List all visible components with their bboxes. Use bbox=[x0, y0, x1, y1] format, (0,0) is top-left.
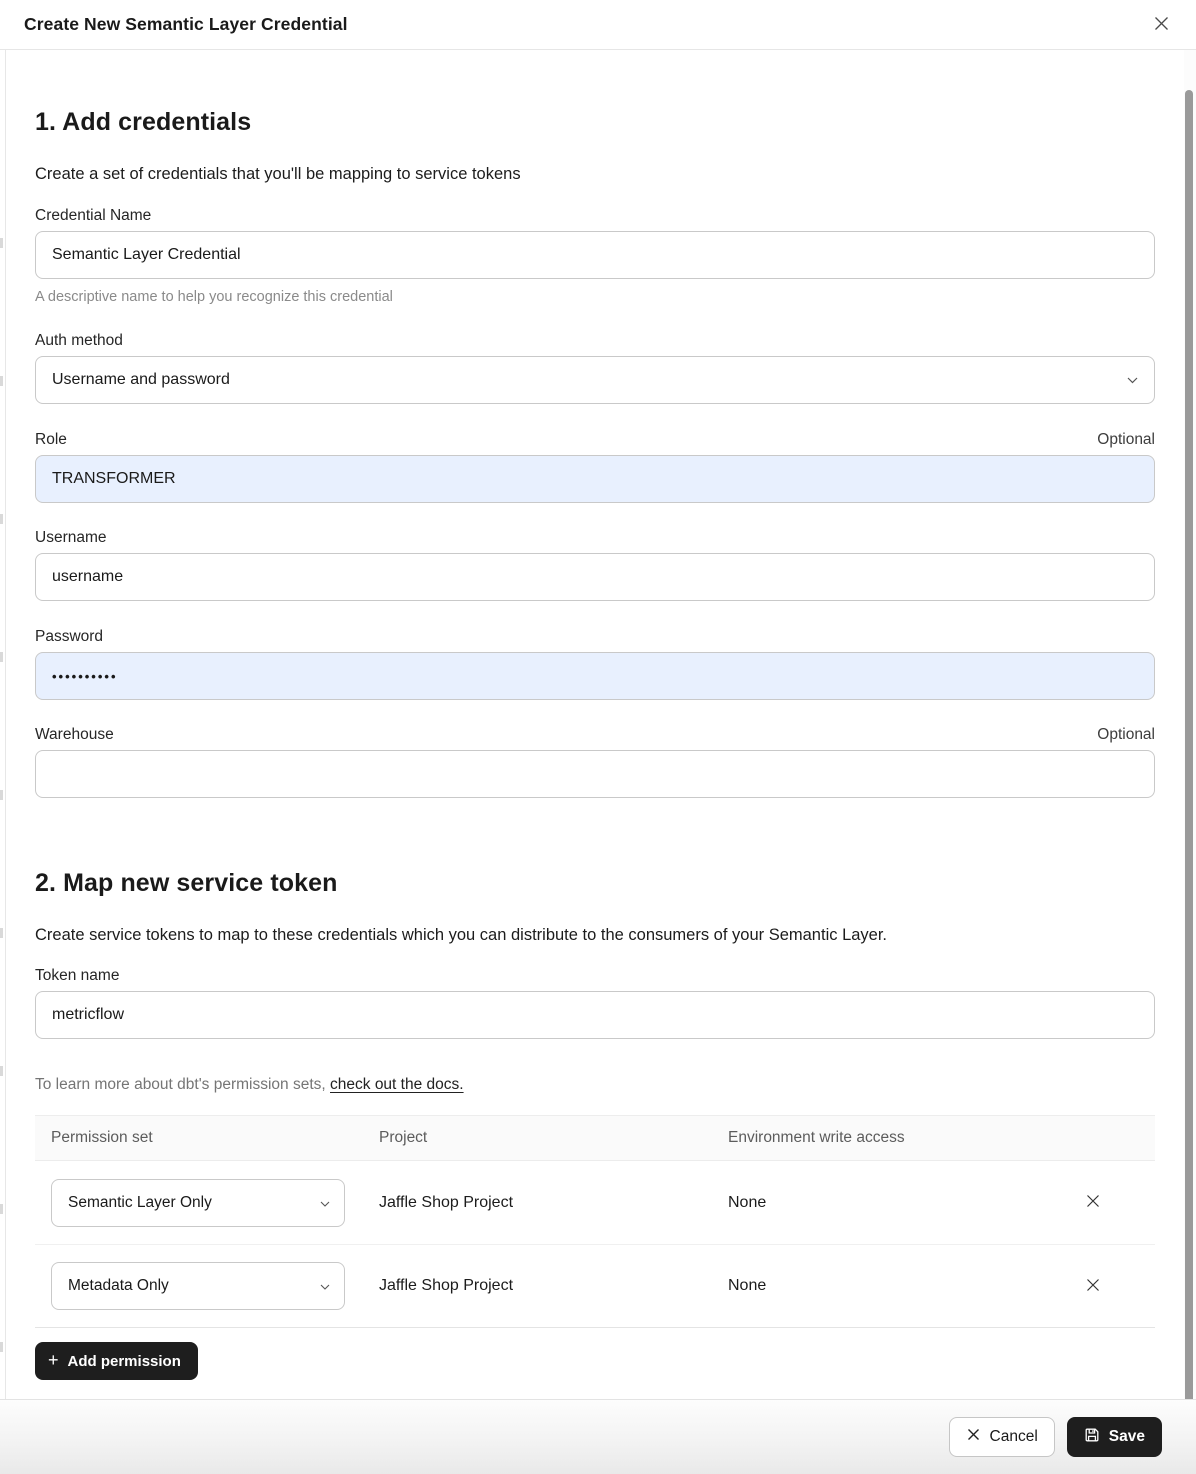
modal-body: 1. Add credentials Create a set of crede… bbox=[6, 50, 1184, 1399]
env-write-access-cell: None bbox=[728, 1277, 1081, 1295]
add-permission-button[interactable]: + Add permission bbox=[35, 1342, 198, 1380]
credential-name-input[interactable] bbox=[35, 231, 1155, 279]
env-write-access-cell: None bbox=[728, 1194, 1081, 1212]
cancel-x-icon bbox=[966, 1427, 981, 1447]
credential-name-helper: A descriptive name to help you recognize… bbox=[35, 288, 1155, 306]
remove-permission-button[interactable] bbox=[1081, 1274, 1105, 1298]
password-label: Password bbox=[35, 627, 103, 646]
docs-link[interactable]: check out the docs. bbox=[330, 1076, 464, 1093]
permissions-table-header: Permission set Project Environment write… bbox=[35, 1116, 1155, 1161]
scrollbar-track[interactable] bbox=[1184, 50, 1196, 1474]
remove-icon bbox=[1085, 1193, 1101, 1212]
create-credential-modal: Create New Semantic Layer Credential 1. … bbox=[0, 0, 1196, 1474]
auth-method-select[interactable]: Username and password bbox=[35, 356, 1155, 404]
role-optional-tag: Optional bbox=[1097, 431, 1155, 449]
auth-method-value: Username and password bbox=[52, 371, 230, 389]
permission-set-select[interactable]: Semantic Layer Only bbox=[51, 1179, 345, 1227]
credential-name-label: Credential Name bbox=[35, 206, 151, 225]
column-header-env-write-access: Environment write access bbox=[728, 1129, 1081, 1147]
project-cell: Jaffle Shop Project bbox=[379, 1277, 728, 1295]
username-input[interactable] bbox=[35, 553, 1155, 601]
modal-footer: Cancel Save bbox=[0, 1399, 1196, 1474]
chevron-down-icon bbox=[1127, 371, 1138, 389]
permission-set-value: Metadata Only bbox=[68, 1277, 169, 1295]
role-label: Role bbox=[35, 430, 67, 449]
permission-sets-info: To learn more about dbt's permission set… bbox=[35, 1075, 1155, 1095]
chevron-down-icon bbox=[320, 1194, 330, 1212]
chevron-down-icon bbox=[320, 1277, 330, 1295]
plus-icon: + bbox=[48, 1351, 59, 1369]
cancel-button[interactable]: Cancel bbox=[949, 1417, 1055, 1457]
save-button[interactable]: Save bbox=[1067, 1417, 1162, 1457]
permission-set-value: Semantic Layer Only bbox=[68, 1194, 212, 1212]
background-page-edge bbox=[0, 50, 6, 1474]
modal-header: Create New Semantic Layer Credential bbox=[0, 0, 1196, 50]
warehouse-input[interactable] bbox=[35, 750, 1155, 798]
column-header-project: Project bbox=[379, 1129, 728, 1147]
token-name-input[interactable] bbox=[35, 991, 1155, 1039]
remove-permission-button[interactable] bbox=[1081, 1191, 1105, 1215]
section-1-description: Create a set of credentials that you'll … bbox=[35, 164, 1155, 185]
section-2-heading: 2. Map new service token bbox=[35, 868, 1155, 899]
scrollbar-thumb[interactable] bbox=[1185, 90, 1193, 1403]
permissions-table: Permission set Project Environment write… bbox=[35, 1115, 1155, 1328]
docs-text: To learn more about dbt's permission set… bbox=[35, 1076, 330, 1093]
table-row: Semantic Layer Only Jaffle Shop Project … bbox=[35, 1161, 1155, 1244]
remove-icon bbox=[1085, 1277, 1101, 1296]
close-icon bbox=[1152, 14, 1171, 36]
section-1-heading: 1. Add credentials bbox=[35, 107, 1155, 138]
role-input[interactable] bbox=[35, 455, 1155, 503]
save-label: Save bbox=[1109, 1428, 1145, 1446]
section-2-description: Create service tokens to map to these cr… bbox=[35, 925, 1155, 946]
close-button[interactable] bbox=[1148, 12, 1174, 38]
warehouse-label: Warehouse bbox=[35, 725, 114, 744]
save-icon bbox=[1084, 1427, 1100, 1448]
modal-title: Create New Semantic Layer Credential bbox=[24, 14, 348, 35]
token-name-label: Token name bbox=[35, 966, 119, 985]
auth-method-label: Auth method bbox=[35, 331, 123, 350]
password-input[interactable] bbox=[35, 652, 1155, 700]
add-permission-label: Add permission bbox=[68, 1353, 181, 1370]
permission-set-select[interactable]: Metadata Only bbox=[51, 1262, 345, 1310]
username-label: Username bbox=[35, 528, 107, 547]
project-cell: Jaffle Shop Project bbox=[379, 1194, 728, 1212]
column-header-permission-set: Permission set bbox=[51, 1129, 379, 1147]
table-row: Metadata Only Jaffle Shop Project None bbox=[35, 1244, 1155, 1327]
cancel-label: Cancel bbox=[990, 1428, 1038, 1446]
warehouse-optional-tag: Optional bbox=[1097, 726, 1155, 744]
